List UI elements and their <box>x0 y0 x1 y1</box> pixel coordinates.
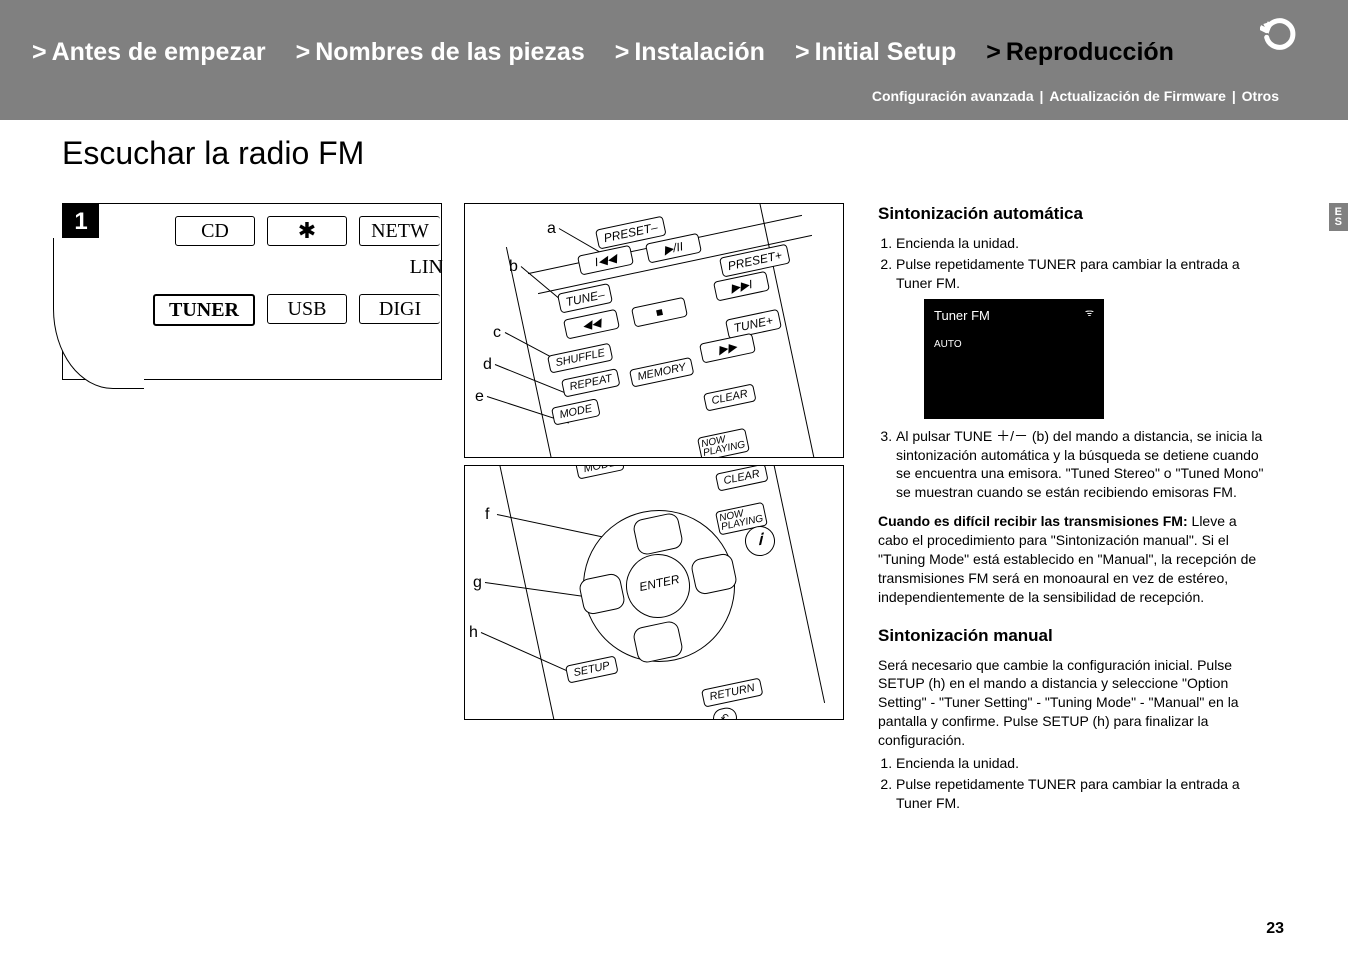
clear-button-2: CLEAR <box>715 465 768 492</box>
display-line2: AUTO <box>934 338 1094 352</box>
undo-icon[interactable] <box>1260 14 1300 54</box>
sub-firmware[interactable]: Actualización de Firmware <box>1049 88 1226 104</box>
return-button: RETURN <box>701 678 763 708</box>
stop-button: ■ <box>631 297 688 328</box>
callout-d: d <box>483 356 492 374</box>
digital-button: DIGI <box>359 294 440 324</box>
mode-button: MODE <box>551 398 601 425</box>
clear-button: CLEAR <box>703 383 756 411</box>
bc-reproduccion[interactable]: >Reproducción <box>986 38 1174 67</box>
rew-button: ◀◀ <box>563 309 620 340</box>
page-number: 23 <box>1266 920 1284 938</box>
setup-button: SETUP <box>565 655 618 683</box>
manual-step-2: Pulse repetidamente TUNER para cambiar l… <box>896 775 1268 813</box>
heading-auto-tune: Sintonización automática <box>878 203 1268 226</box>
usb-button: USB <box>267 294 347 324</box>
tuner-button: TUNER <box>153 294 255 326</box>
figure-remote-lower: f g h MODE CLEAR NOWPLAYING ENTER 𝒊 SETU… <box>464 465 844 720</box>
page-title: Escuchar la radio FM <box>62 135 364 172</box>
language-tab[interactable]: ES <box>1329 203 1348 231</box>
bc-initial-setup[interactable]: >Initial Setup <box>795 38 956 67</box>
figure-remote-upper: a b c d e PRESET– I◀◀ ▶/II PRESET+ ▶▶I T… <box>464 203 844 458</box>
ff-button: ▶▶ <box>699 333 756 364</box>
line-label: LIN <box>359 256 443 282</box>
callout-a: a <box>547 220 556 238</box>
manual-step-1: Encienda la unidad. <box>896 754 1268 773</box>
figure-number-badge: 1 <box>63 204 99 240</box>
tuner-display: Tuner FM ᯤ AUTO <box>924 299 1104 419</box>
network-button: NETW <box>359 216 440 246</box>
tune-plus-label: TUNE+ <box>725 309 782 340</box>
memory-button: MEMORY <box>629 357 694 388</box>
callout-b: b <box>509 258 518 276</box>
step-1: Encienda la unidad. <box>896 234 1268 253</box>
prev-button: I◀◀ <box>577 245 634 276</box>
step-3: Al pulsar TUNE ＋/－ (b) del mando a dista… <box>896 427 1268 503</box>
callout-f: f <box>485 506 489 524</box>
return-icon: ↶ <box>711 706 739 720</box>
sub-breadcrumb: Configuración avanzada | Actualización d… <box>871 88 1280 104</box>
callout-g: g <box>473 574 482 592</box>
step-2: Pulse repetidamente TUNER para cambiar l… <box>896 255 1268 293</box>
bc-nombres[interactable]: >Nombres de las piezas <box>296 38 585 67</box>
mode-button-2: MODE <box>575 465 625 480</box>
shuffle-label: SHUFFLE <box>547 343 613 374</box>
header-bar: >Antes de empezar >Nombres de las piezas… <box>0 0 1348 120</box>
content-column: Sintonización automática Encienda la uni… <box>878 203 1268 815</box>
figure-device-buttons: 1 CD ✱ NETW LIN TUNER USB DIGI <box>62 203 442 380</box>
bc-instalacion[interactable]: >Instalación <box>615 38 765 67</box>
repeat-button: REPEAT <box>561 368 621 397</box>
heading-manual-tune: Sintonización manual <box>878 625 1268 648</box>
wifi-icon: ᯤ <box>1085 307 1094 321</box>
next-button: ▶▶I <box>713 271 770 302</box>
callout-h: h <box>469 624 478 642</box>
bluetooth-button: ✱ <box>267 216 347 246</box>
callout-c: c <box>493 324 501 342</box>
breadcrumb: >Antes de empezar >Nombres de las piezas… <box>32 38 1174 67</box>
now-playing-label: NOWPLAYING <box>697 428 750 458</box>
bc-antes[interactable]: >Antes de empezar <box>32 38 266 67</box>
sub-config[interactable]: Configuración avanzada <box>872 88 1034 104</box>
display-line1: Tuner FM <box>934 307 1094 325</box>
sub-otros[interactable]: Otros <box>1242 88 1279 104</box>
fm-difficulty-note: Cuando es difícil recibir las transmisio… <box>878 512 1268 606</box>
manual-intro: Será necesario que cambie la configuraci… <box>878 656 1268 750</box>
cd-button: CD <box>175 216 255 246</box>
callout-e: e <box>475 388 484 406</box>
